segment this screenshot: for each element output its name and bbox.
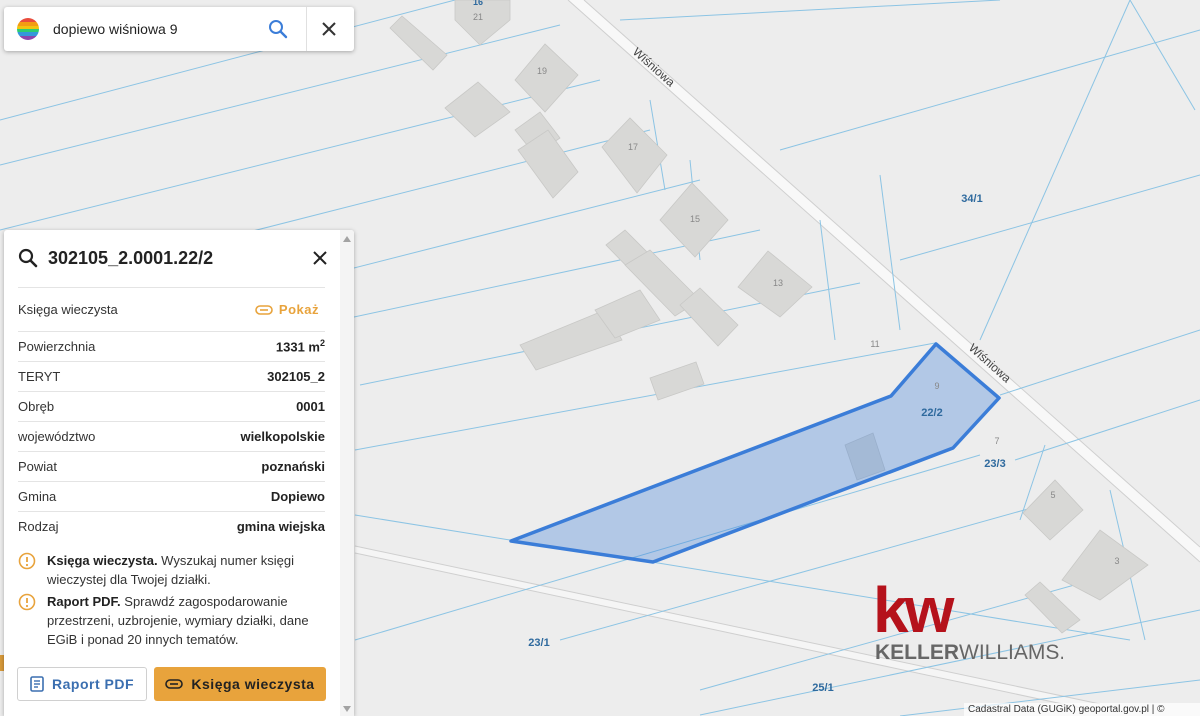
house-number: 19 [537,66,547,76]
attribute-row-county: Powiat poznański [18,451,325,481]
close-panel-button[interactable] [312,250,328,266]
row-label: Obręb [18,399,55,414]
close-icon [322,22,336,36]
row-value: 302105_2 [267,369,325,384]
house-number: 5 [1050,490,1055,500]
area-value: 1331 m2 [275,338,325,355]
attribute-row-voivodeship: województwo wielkopolskie [18,421,325,451]
house-number: 9 [934,381,939,391]
attribute-row-type: Rodzaj gmina wiejska [18,511,325,541]
row-value: 0001 [296,399,325,414]
logo-wordmark: KELLERWILLIAMS. [875,641,1063,664]
panel-header: 302105_2.0001.22/2 [18,245,328,271]
panel-scrollbar[interactable] [340,230,354,716]
parcel-label: 23/3 [984,458,1005,470]
land-registry-button[interactable]: Księga wieczysta [154,667,326,701]
house-number: 11 [870,339,879,349]
pdf-report-button[interactable]: Raport PDF [17,667,147,701]
button-label: Raport PDF [52,676,134,692]
search-input[interactable]: dopiewo wiśniowa 9 [53,21,266,37]
parcel-label: 23/1 [528,637,549,649]
house-number: 15 [690,214,700,224]
row-label: województwo [18,429,96,444]
map-attribution: Cadastral Data (GUGiK) geoportal.gov.pl … [964,703,1200,716]
parcel-info-panel: 302105_2.0001.22/2 Księga wieczysta Poka… [4,230,354,716]
scroll-down-icon[interactable] [343,706,351,712]
search-bar: dopiewo wiśniowa 9 [4,7,354,51]
info-text: Księga wieczysta. Wyszukaj numer księgi … [47,553,294,587]
parcel-label: 25/1 [812,682,833,694]
row-label: Powierzchnia [18,339,96,354]
house-number: 16 [473,0,483,7]
scroll-up-icon[interactable] [343,236,351,242]
logo-mark: kw [873,576,955,646]
parcel-attributes: Księga wieczysta Pokaż Powierzchnia 1331… [18,287,325,541]
button-label: Księga wieczysta [191,676,315,692]
row-label: TERYT [18,369,61,384]
house-number: 3 [1114,556,1119,566]
attribute-row-obreb: Obręb 0001 [18,391,325,421]
land-registry-row: Księga wieczysta Pokaż [18,287,325,331]
clear-search-button[interactable] [317,17,341,41]
attribute-row-area: Powierzchnia 1331 m2 [18,331,325,361]
paperclip-icon [255,304,273,315]
paperclip-icon [165,679,184,689]
info-text: Raport PDF. Sprawdź zagospodarowanie prz… [47,594,309,647]
attribute-row-commune: Gmina Dopiewo [18,481,325,511]
house-number: 7 [994,436,999,446]
row-value: Dopiewo [270,489,325,504]
close-icon [313,251,327,265]
show-land-registry-link[interactable]: Pokaż [255,302,319,317]
parcel-id-title: 302105_2.0001.22/2 [48,247,214,268]
divider [306,7,307,51]
info-land-registry: Księga wieczysta. Wyszukaj numer księgi … [18,551,318,589]
app-logo-icon [17,18,39,40]
house-number: 17 [628,142,638,152]
keller-williams-logo: kw KELLERWILLIAMS. [873,576,1063,664]
info-icon [18,552,36,570]
house-number: 21 [473,12,483,22]
parcel-label: 34/1 [961,193,982,205]
info-icon [18,593,36,611]
row-label: Księga wieczysta [18,302,118,317]
row-label: Gmina [18,489,57,504]
row-value: wielkopolskie [240,429,325,444]
search-icon [269,20,288,39]
house-number: 13 [773,278,783,288]
document-icon [30,676,44,692]
search-icon [18,248,38,268]
row-label: Powiat [18,459,58,474]
row-label: Rodzaj [18,519,59,534]
info-pdf-report: Raport PDF. Sprawdź zagospodarowanie prz… [18,592,318,649]
row-value: gmina wiejska [236,519,325,534]
link-label: Pokaż [278,302,319,317]
row-value: poznański [261,459,325,474]
attribute-row-teryt: TERYT 302105_2 [18,361,325,391]
parcel-label: 22/2 [921,407,942,419]
search-button[interactable] [266,17,290,41]
